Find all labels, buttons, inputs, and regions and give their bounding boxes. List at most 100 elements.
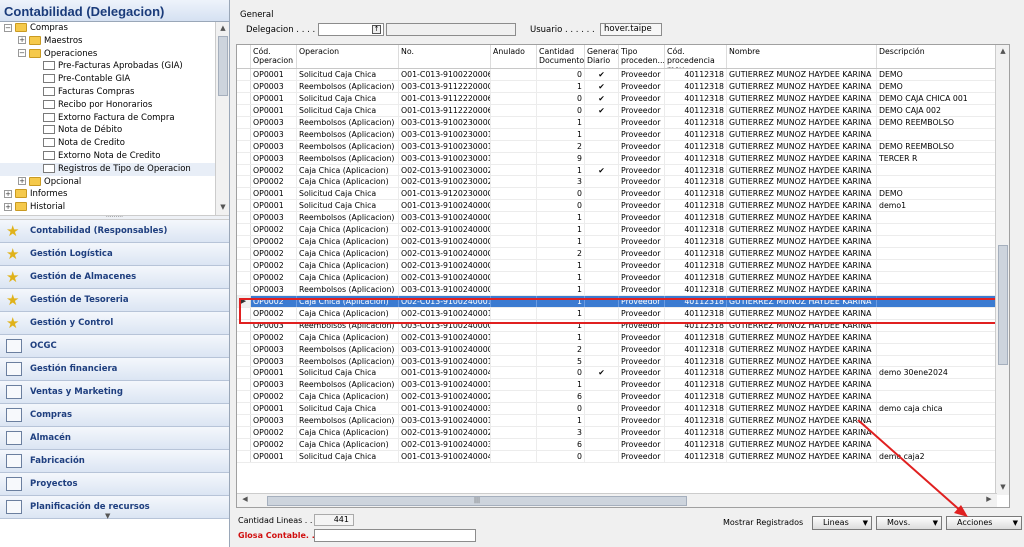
tree-item[interactable]: + Historial <box>0 201 215 214</box>
table-cell[interactable]: Proveedor <box>619 391 665 403</box>
table-cell[interactable]: O01-C013-91002400043 <box>399 451 491 462</box>
table-cell[interactable] <box>491 439 537 450</box>
table-cell[interactable]: 1 <box>537 224 585 236</box>
table-cell[interactable] <box>877 343 999 355</box>
table-cell[interactable]: 40112318 <box>665 271 727 283</box>
column-header[interactable]: Cód. Operacion <box>251 45 297 68</box>
table-cell[interactable] <box>491 403 537 415</box>
table-cell[interactable]: Proveedor <box>619 331 665 343</box>
table-cell[interactable]: OP0001 <box>251 69 297 80</box>
table-row[interactable]: OP0003 Reembolsos (Aplicacion) O03-C013-91… <box>237 415 1005 428</box>
table-cell[interactable]: ✔ <box>585 92 619 104</box>
scroll-thumb[interactable]: ||| <box>267 496 687 506</box>
table-cell[interactable]: Reembolsos (Aplicacion) <box>297 343 399 355</box>
tree-item[interactable]: + Maestros <box>0 35 215 48</box>
expand-icon[interactable]: + <box>4 189 12 198</box>
table-row[interactable]: OP0002 Caja Chica (Aplicacion) O02-C013-91… <box>237 271 1005 284</box>
module-10[interactable]: Almacén <box>0 427 229 450</box>
table-cell[interactable]: 40112318 <box>665 451 727 462</box>
table-cell[interactable]: O03-C013-91002300007 <box>399 116 491 128</box>
table-cell[interactable] <box>491 200 537 212</box>
table-cell[interactable]: 9 <box>537 152 585 164</box>
table-cell[interactable]: O01-C013-91002400031 <box>399 403 491 415</box>
table-cell[interactable]: ✔ <box>585 367 619 379</box>
table-cell[interactable]: OP0003 <box>251 343 297 355</box>
table-cell[interactable] <box>491 212 537 224</box>
tree-item[interactable]: Recibo por Honorarios <box>0 99 215 112</box>
table-cell[interactable]: GUTIERREZ MUNOZ HAYDEE KARINA <box>727 439 877 450</box>
table-cell[interactable]: 0 <box>537 367 585 379</box>
table-cell[interactable] <box>491 271 537 283</box>
table-cell[interactable]: 40112318 <box>665 152 727 164</box>
table-cell[interactable]: 2 <box>537 140 585 152</box>
table-cell[interactable] <box>877 176 999 188</box>
grid-vertical-scrollbar[interactable]: ▲ ▼ <box>995 45 1009 495</box>
table-cell[interactable]: O03-C013-91002300014 <box>399 128 491 140</box>
table-cell[interactable] <box>877 236 999 248</box>
row-indicator[interactable] <box>237 104 251 116</box>
acciones-button[interactable]: Acciones ▼ <box>946 516 1022 530</box>
table-cell[interactable]: OP0001 <box>251 200 297 212</box>
table-cell[interactable]: demo caja2 <box>877 451 999 462</box>
table-cell[interactable]: GUTIERREZ MUNOZ HAYDEE KARINA <box>727 236 877 248</box>
tree-item[interactable]: Nota de Débito <box>0 124 215 137</box>
table-cell[interactable] <box>491 236 537 248</box>
table-cell[interactable]: OP0003 <box>251 355 297 367</box>
table-cell[interactable] <box>585 212 619 224</box>
tree-item[interactable]: Extorno Factura de Compra <box>0 112 215 125</box>
table-cell[interactable]: O01-C013-91202300001 <box>399 188 491 200</box>
scroll-left-icon[interactable]: ◀ <box>240 495 250 505</box>
table-cell[interactable] <box>491 379 537 391</box>
table-cell[interactable]: 1 <box>537 260 585 271</box>
table-cell[interactable]: GUTIERREZ MUNOZ HAYDEE KARINA <box>727 355 877 367</box>
table-cell[interactable]: Reembolsos (Aplicacion) <box>297 283 399 295</box>
table-cell[interactable]: DEMO CAJA CHICA 001 <box>877 92 999 104</box>
table-cell[interactable]: 40112318 <box>665 391 727 403</box>
table-cell[interactable]: GUTIERREZ MUNOZ HAYDEE KARINA <box>727 260 877 271</box>
table-cell[interactable]: 40112318 <box>665 200 727 212</box>
table-row[interactable]: OP0003 Reembolsos (Aplicacion) O03-C013-91… <box>237 355 1005 368</box>
table-cell[interactable]: Proveedor <box>619 439 665 450</box>
table-row[interactable]: OP0002 Caja Chica (Aplicacion) O02-C013-91… <box>237 248 1005 260</box>
row-indicator[interactable] <box>237 164 251 176</box>
table-cell[interactable]: GUTIERREZ MUNOZ HAYDEE KARINA <box>727 104 877 116</box>
table-cell[interactable] <box>491 224 537 236</box>
table-cell[interactable]: 40112318 <box>665 403 727 415</box>
table-cell[interactable]: Solicitud Caja Chica <box>297 367 399 379</box>
table-cell[interactable] <box>877 212 999 224</box>
table-cell[interactable]: 1 <box>537 236 585 248</box>
table-cell[interactable]: 3 <box>537 427 585 439</box>
table-cell[interactable] <box>585 391 619 403</box>
module-3[interactable]: ★ Gestión de Almacenes <box>0 266 229 289</box>
row-indicator[interactable] <box>237 403 251 415</box>
column-header[interactable]: Nombre <box>727 45 877 68</box>
row-indicator[interactable] <box>237 283 251 295</box>
scroll-down-icon[interactable]: ▼ <box>218 203 228 213</box>
table-cell[interactable]: Solicitud Caja Chica <box>297 92 399 104</box>
table-cell[interactable]: Caja Chica (Aplicacion) <box>297 427 399 439</box>
table-cell[interactable]: OP0003 <box>251 140 297 152</box>
table-cell[interactable]: 6 <box>537 391 585 403</box>
table-cell[interactable]: O02-C013-91002400009 <box>399 271 491 283</box>
table-cell[interactable]: 5 <box>537 355 585 367</box>
table-cell[interactable]: O02-C013-91002400006 <box>399 236 491 248</box>
table-cell[interactable] <box>491 80 537 92</box>
table-cell[interactable]: OP0002 <box>251 391 297 403</box>
table-cell[interactable]: Caja Chica (Aplicacion) <box>297 391 399 403</box>
table-cell[interactable]: Proveedor <box>619 283 665 295</box>
table-cell[interactable] <box>585 152 619 164</box>
table-cell[interactable]: OP0002 <box>251 331 297 343</box>
table-cell[interactable] <box>585 283 619 295</box>
movs-button[interactable]: Movs. ▼ <box>876 516 942 530</box>
table-cell[interactable]: 40112318 <box>665 140 727 152</box>
table-cell[interactable]: O03-C013-91002300016 <box>399 152 491 164</box>
table-cell[interactable]: Caja Chica (Aplicacion) <box>297 439 399 450</box>
scroll-thumb[interactable] <box>998 245 1008 365</box>
expand-icon[interactable]: + <box>18 36 26 45</box>
table-cell[interactable]: 0 <box>537 188 585 200</box>
table-cell[interactable]: 40112318 <box>665 439 727 450</box>
row-indicator[interactable] <box>237 92 251 104</box>
table-cell[interactable] <box>491 343 537 355</box>
table-cell[interactable] <box>491 260 537 271</box>
table-cell[interactable]: OP0003 <box>251 128 297 140</box>
